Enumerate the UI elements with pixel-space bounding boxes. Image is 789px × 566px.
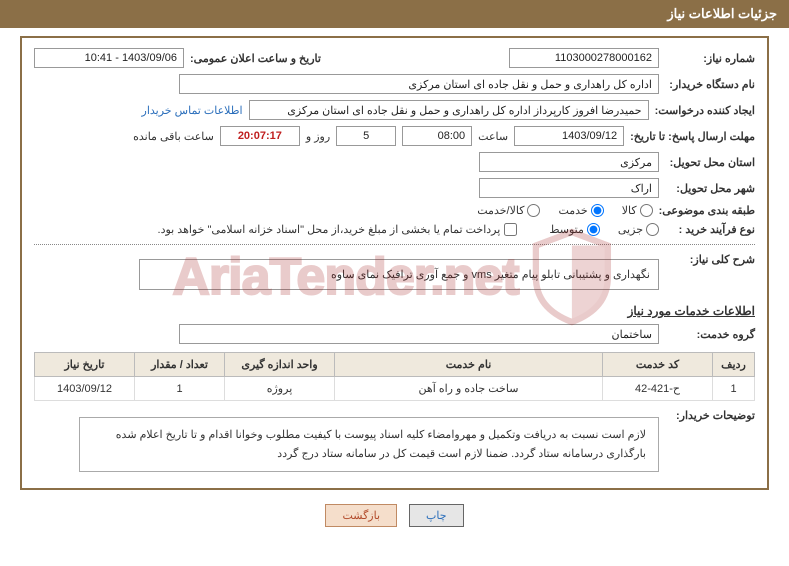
service-group-label: گروه خدمت: [665,328,755,341]
days-conj: روز و [306,130,330,143]
services-table: ردیف کد خدمت نام خدمت واحد اندازه گیری ت… [34,352,755,401]
buyer-org-label: نام دستگاه خریدار: [665,78,755,91]
cell-row: 1 [713,377,755,401]
need-no-label: شماره نیاز: [665,52,755,65]
back-button[interactable]: بازگشت [325,504,397,527]
category-goods-service-option[interactable]: کالا/خدمت [477,204,540,217]
buyer-org-value: اداره کل راهداری و حمل و نقل جاده ای است… [179,74,659,94]
general-desc-value: نگهداری و پشتیبانی تابلو پیام متغیر vms … [139,259,659,290]
category-service-option[interactable]: خدمت [558,204,603,217]
services-table-wrap: ردیف کد خدمت نام خدمت واحد اندازه گیری ت… [34,352,755,401]
time-label: ساعت [478,130,508,143]
deadline-time-value: 08:00 [402,126,472,146]
process-radio-group: جزیی متوسط [549,223,659,236]
print-button[interactable]: چاپ [409,504,464,527]
remaining-suffix: ساعت باقی مانده [133,130,214,143]
delivery-province-value: مرکزی [479,152,659,172]
th-unit: واحد اندازه گیری [225,353,335,377]
panel-title: جزئیات اطلاعات نیاز [667,6,777,21]
category-service-radio[interactable] [591,204,604,217]
th-date: تاریخ نیاز [35,353,135,377]
delivery-city-value: اراک [479,178,659,198]
announce-value: 1403/09/06 - 10:41 [34,48,184,68]
days-remaining-value: 5 [336,126,396,146]
cell-name: ساخت جاده و راه آهن [335,377,603,401]
payment-checkbox[interactable] [504,223,517,236]
category-goods-service-radio[interactable] [527,204,540,217]
process-label: نوع فرآیند خرید : [665,223,755,236]
payment-note-row: پرداخت تمام یا بخشی از مبلغ خرید،از محل … [158,223,518,236]
process-medium-radio[interactable] [587,223,600,236]
buyer-notes-label: توضیحات خریدار: [665,409,755,422]
deadline-label: مهلت ارسال پاسخ: تا تاریخ: [630,130,755,143]
divider [34,244,755,245]
th-name: نام خدمت [335,353,603,377]
countdown-value: 20:07:17 [220,126,300,146]
cell-code: ح-421-42 [603,377,713,401]
general-desc-label: شرح کلی نیاز: [665,253,755,266]
announce-label: تاریخ و ساعت اعلان عمومی: [190,52,321,65]
th-qty: تعداد / مقدار [135,353,225,377]
category-goods-option[interactable]: کالا [622,204,653,217]
service-group-value: ساختمان [179,324,659,344]
payment-note-text: پرداخت تمام یا بخشی از مبلغ خرید،از محل … [158,223,501,236]
panel-header: جزئیات اطلاعات نیاز [0,0,789,28]
delivery-city-label: شهر محل تحویل: [665,182,755,195]
process-minor-option[interactable]: جزیی [618,223,659,236]
cell-qty: 1 [135,377,225,401]
need-no-value: 1103000278000162 [509,48,659,68]
requester-value: حمیدرضا افروز کارپرداز اداره کل راهداری … [249,100,649,120]
cell-date: 1403/09/12 [35,377,135,401]
th-row: ردیف [713,353,755,377]
table-row: 1 ح-421-42 ساخت جاده و راه آهن پروژه 1 1… [35,377,755,401]
cell-unit: پروژه [225,377,335,401]
buyer-contact-link[interactable]: اطلاعات تماس خریدار [142,104,243,117]
category-label: طبقه بندی موضوعی: [659,204,755,217]
process-minor-radio[interactable] [646,223,659,236]
process-medium-option[interactable]: متوسط [549,223,600,236]
category-goods-radio[interactable] [640,204,653,217]
delivery-province-label: استان محل تحویل: [665,156,755,169]
buyer-notes-value: لازم است نسبت به دریافت وتکمیل و مهروامض… [79,417,659,472]
main-panel: شماره نیاز: 1103000278000162 تاریخ و ساع… [20,36,769,490]
th-code: کد خدمت [603,353,713,377]
category-radio-group: کالا خدمت کالا/خدمت [477,204,652,217]
services-info-title: اطلاعات خدمات مورد نیاز [34,304,755,318]
button-row: چاپ بازگشت [0,504,789,527]
requester-label: ایجاد کننده درخواست: [655,104,755,117]
deadline-date-value: 1403/09/12 [514,126,624,146]
